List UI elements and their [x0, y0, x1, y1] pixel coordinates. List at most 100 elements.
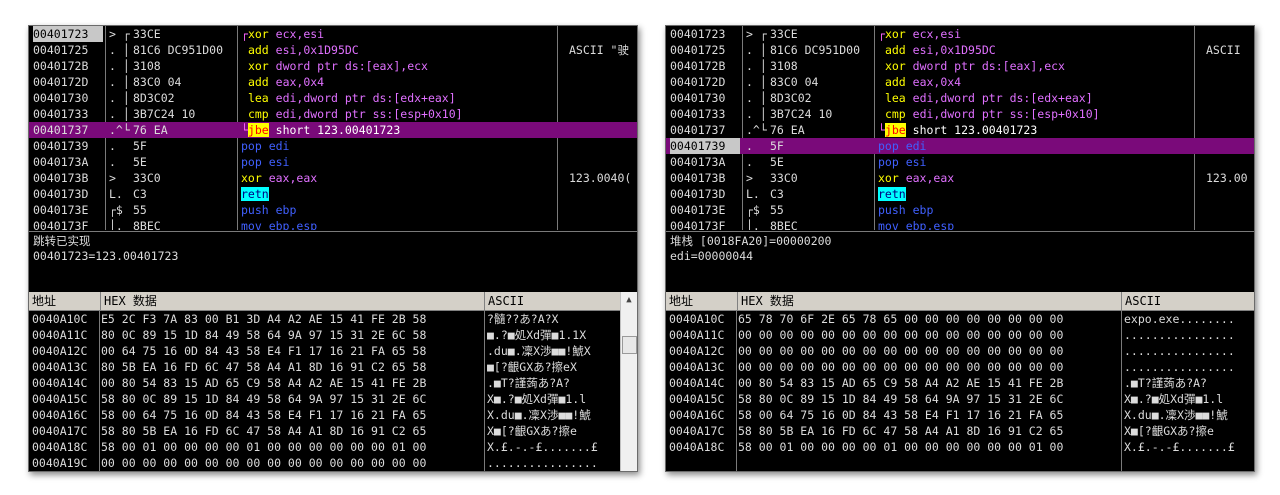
dump-header-address[interactable]: 地址 [666, 292, 738, 310]
disasm-opcode-bytes: C3 [133, 187, 147, 201]
disasm-row[interactable]: 0040172D . │ 83C0 04 add eax,0x4 [29, 74, 637, 90]
dump-header-address[interactable]: 地址 [29, 292, 101, 310]
disasm-row[interactable]: 00401737 .^└ 76 EA └jbe short 123.00401723 [29, 122, 637, 138]
info-line-1: 堆栈 [0018FA20]=00000200 [670, 234, 832, 248]
dump-header-ascii[interactable]: ASCII [1122, 292, 1254, 310]
disasm-row[interactable]: 0040173A. 5E pop esi [666, 154, 1254, 170]
disasm-instruction: lea edi,dword ptr ds:[edx+eax] [247, 91, 456, 105]
disasm-opcode-bytes: 81C6 DC951D00 [133, 43, 224, 57]
hex-dump-pane[interactable]: 地址 HEX 数据 ASCII 0040A10C 65 78 70 6F 2E 6… [666, 292, 1254, 471]
dump-row[interactable]: 0040A17C 58 80 5B EA 16 FD 6C 47 58 A4 A1… [666, 423, 1254, 439]
dump-row[interactable]: 0040A12C 00 00 00 00 00 00 00 00 00 00 00… [666, 343, 1254, 359]
disasm-row[interactable]: 0040173F │. 8BEC mov ebp,esp [29, 218, 637, 230]
dump-header-hex[interactable]: HEX 数据 [738, 292, 1122, 310]
disassembly-pane[interactable]: 00401723 > ┌ 33CE ┌xor ecx,esi 00401725. │ 81… [29, 26, 637, 230]
dump-row[interactable]: 0040A13C 80 5B EA 16 FD 6C 47 58 A4 A1 8D… [29, 359, 637, 375]
disasm-row[interactable]: 00401739. 5F pop edi [29, 138, 637, 154]
disasm-opcode-bytes: 81C6 DC951D00 [770, 43, 861, 57]
dump-row[interactable]: 0040A15C 58 80 0C 89 15 1D 84 49 58 64 9A… [666, 391, 1254, 407]
disasm-jump-marker: . │ [109, 75, 130, 89]
disasm-row[interactable]: 00401730 . │ 8D3C02 lea edi,dword ptr ds:[… [29, 90, 637, 106]
disasm-row[interactable]: 0040173B >33C0 xor eax,eax 123.0040( [29, 170, 637, 186]
dump-row[interactable]: 0040A10C 65 78 70 6F 2E 65 78 65 00 00 00… [666, 311, 1254, 327]
dump-row[interactable]: 0040A14C 00 80 54 83 15 AD 65 C9 58 A4 A2… [666, 375, 1254, 391]
dump-header-hex[interactable]: HEX 数据 [101, 292, 485, 310]
disasm-row[interactable]: 0040172B . │ 3108 xor dword ptr ds:[eax],e… [666, 58, 1254, 74]
dump-header: 地址 HEX 数据 ASCII [666, 292, 1254, 311]
disasm-row[interactable]: 0040173E ┌$ 55 push ebp [666, 202, 1254, 218]
dump-hex-bytes: E5 2C F3 7A 83 00 B1 3D A4 A2 AE 15 41 F… [101, 312, 427, 326]
disasm-row[interactable]: 0040173E ┌$ 55 push ebp [29, 202, 637, 218]
disasm-jump-marker: > ┌ [109, 27, 130, 41]
disasm-row[interactable]: 00401730 . │ 8D3C02 lea edi,dword ptr ds:[… [666, 90, 1254, 106]
dump-scrollbar[interactable]: ▲ [620, 292, 637, 471]
dump-row[interactable]: 0040A10C E5 2C F3 7A 83 00 B1 3D A4 A2 AE… [29, 311, 637, 327]
scroll-up-icon[interactable]: ▲ [621, 292, 637, 308]
disasm-row[interactable]: 00401723 > ┌ 33CE ┌xor ecx,esi [29, 26, 637, 42]
scroll-thumb[interactable] [622, 336, 637, 354]
dump-header: 地址 HEX 数据 ASCII [29, 292, 637, 311]
dump-row[interactable]: 0040A15C 58 80 0C 89 15 1D 84 49 58 64 9A… [29, 391, 637, 407]
disasm-address: 0040172D [670, 75, 726, 89]
disasm-row[interactable]: 0040173B >33C0 xor eax,eax 123.00 [666, 170, 1254, 186]
disasm-row[interactable]: 00401725 . │ 81C6 DC951D00 add esi,0x1D95D… [666, 42, 1254, 58]
disasm-row[interactable]: 0040173A. 5E pop esi [29, 154, 637, 170]
disasm-row[interactable]: 00401725 . │ 81C6 DC951D00 add esi,0x1D95D… [29, 42, 637, 58]
disasm-jump-marker: .^└ [746, 123, 767, 137]
disasm-row[interactable]: 0040173D L. C3 retn [666, 186, 1254, 202]
disasm-instruction: lea edi,dword ptr ds:[edx+eax] [884, 91, 1093, 105]
disasm-row[interactable]: 00401739. 5F pop edi [666, 138, 1254, 154]
disasm-row[interactable]: 0040172D . │ 83C0 04 add eax,0x4 [666, 74, 1254, 90]
disasm-jump-marker: . │ [109, 107, 130, 121]
dump-hex-bytes: 00 00 00 00 00 00 00 00 00 00 00 00 00 0… [101, 456, 427, 470]
disasm-address: 0040173F [670, 219, 726, 230]
dump-hex-bytes: 58 00 64 75 16 0D 84 43 58 E4 F1 17 16 2… [738, 408, 1064, 422]
disasm-instruction: mov ebp,esp [878, 219, 955, 230]
hex-dump-pane[interactable]: 地址 HEX 数据 ASCII 0040A10C E5 2C F3 7A 83 0… [29, 292, 637, 471]
disasm-row[interactable]: 00401733 . │ 3B7C24 10 cmp edi,dword ptr s… [666, 106, 1254, 122]
dump-ascii: ................ [487, 456, 598, 470]
disasm-jump-marker: . │ [746, 75, 767, 89]
disasm-instruction: mov ebp,esp [241, 219, 318, 230]
disasm-row[interactable]: 00401733 . │ 3B7C24 10 cmp edi,dword ptr s… [29, 106, 637, 122]
disasm-opcode-bytes: 33C0 [770, 171, 798, 185]
dump-row[interactable]: 0040A18C 58 00 01 00 00 00 00 01 00 00 00… [666, 439, 1254, 455]
disasm-jump-marker: │. [746, 219, 760, 230]
disasm-row[interactable]: 0040172B . │ 3108 xor dword ptr ds:[eax],e… [29, 58, 637, 74]
dump-row[interactable]: 0040A11C 00 00 00 00 00 00 00 00 00 00 00… [666, 327, 1254, 343]
dump-row[interactable]: 0040A12C 00 64 75 16 0D 84 43 58 E4 F1 17… [29, 343, 637, 359]
disasm-row[interactable]: 0040173D L. C3 retn [29, 186, 637, 202]
disasm-opcode-bytes: 55 [133, 203, 147, 217]
dump-hex-bytes: 80 0C 89 15 1D 84 49 58 64 9A 97 15 31 2… [101, 328, 427, 342]
dump-address: 0040A18C [669, 440, 725, 454]
disasm-opcode-bytes: 76 EA [133, 123, 168, 137]
disasm-jump-marker: . │ [746, 107, 767, 121]
disasm-address: 0040172D [33, 75, 89, 89]
disasm-instruction: pop edi [878, 139, 927, 153]
dump-row[interactable]: 0040A14C 00 80 54 83 15 AD 65 C9 58 A4 A2… [29, 375, 637, 391]
disasm-jump-marker: ┌$ [109, 203, 123, 217]
disassembly-pane[interactable]: 00401723 > ┌ 33CE ┌xor ecx,esi 00401725. │ 81… [666, 26, 1254, 230]
dump-row[interactable]: 0040A17C 58 80 5B EA 16 FD 6C 47 58 A4 A1… [29, 423, 637, 439]
dump-row[interactable]: 0040A13C 00 00 00 00 00 00 00 00 00 00 00… [666, 359, 1254, 375]
dump-row[interactable]: 0040A16C 58 00 64 75 16 0D 84 43 58 E4 F1… [666, 407, 1254, 423]
dump-row[interactable]: 0040A18C 58 00 01 00 00 00 00 01 00 00 00… [29, 439, 637, 455]
disasm-row[interactable]: 00401737 .^└ 76 EA └jbe short 123.00401723 [666, 122, 1254, 138]
dump-address: 0040A10C [32, 312, 88, 326]
disasm-instruction: xor dword ptr ds:[eax],ecx [247, 59, 428, 73]
dump-ascii: X.du■.凜X渉■■!鯱 [1124, 408, 1228, 422]
disasm-jump-marker: . │ [109, 59, 130, 73]
info-pane: 堆栈 [0018FA20]=00000200 edi=00000044 [666, 231, 1254, 295]
dump-address: 0040A15C [32, 392, 88, 406]
dump-address: 0040A13C [32, 360, 88, 374]
disasm-row[interactable]: 00401723 > ┌ 33CE ┌xor ecx,esi [666, 26, 1254, 42]
dump-row[interactable]: 0040A11C 80 0C 89 15 1D 84 49 58 64 9A 97… [29, 327, 637, 343]
dump-row[interactable]: 0040A19C 00 00 00 00 00 00 00 00 00 00 00… [29, 455, 637, 471]
disasm-instruction: pop esi [241, 155, 290, 169]
disasm-row[interactable]: 0040173F │. 8BEC mov ebp,esp [666, 218, 1254, 230]
dump-row[interactable]: 0040A16C 58 00 64 75 16 0D 84 43 58 E4 F1… [29, 407, 637, 423]
disasm-instruction: pop edi [241, 139, 290, 153]
info-line-2: edi=00000044 [670, 249, 754, 263]
disasm-opcode-bytes: 33C0 [133, 171, 161, 185]
dump-header-ascii[interactable]: ASCII [485, 292, 623, 310]
